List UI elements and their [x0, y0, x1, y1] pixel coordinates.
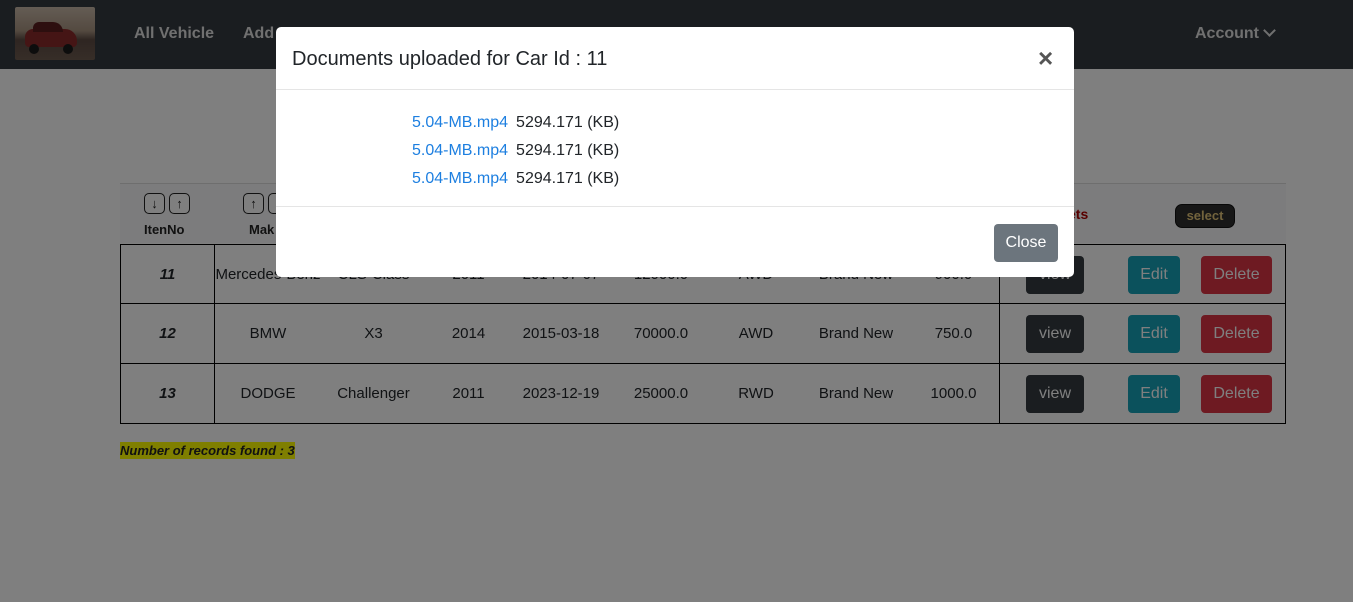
list-item: 5.04-MB.mp4 5294.171 (KB) [412, 109, 619, 137]
document-link[interactable]: 5.04-MB.mp4 [412, 170, 508, 187]
document-list: 5.04-MB.mp4 5294.171 (KB) 5.04-MB.mp4 5294… [412, 109, 619, 193]
document-link[interactable]: 5.04-MB.mp4 [412, 142, 508, 159]
close-icon[interactable]: × [1038, 45, 1053, 71]
document-size: 5294.171 (KB) [516, 142, 620, 159]
close-button[interactable]: Close [994, 224, 1058, 262]
document-link[interactable]: 5.04-MB.mp4 [412, 114, 508, 131]
modal-header: Documents uploaded for Car Id : 11 × [276, 27, 1074, 90]
document-size: 5294.171 (KB) [516, 170, 620, 187]
documents-modal: Documents uploaded for Car Id : 11 × 5.0… [276, 27, 1074, 277]
list-item: 5.04-MB.mp4 5294.171 (KB) [412, 137, 619, 165]
list-item: 5.04-MB.mp4 5294.171 (KB) [412, 165, 619, 193]
modal-title: Documents uploaded for Car Id : 11 [292, 48, 608, 70]
modal-footer: Close [276, 206, 1074, 277]
document-size: 5294.171 (KB) [516, 114, 620, 131]
